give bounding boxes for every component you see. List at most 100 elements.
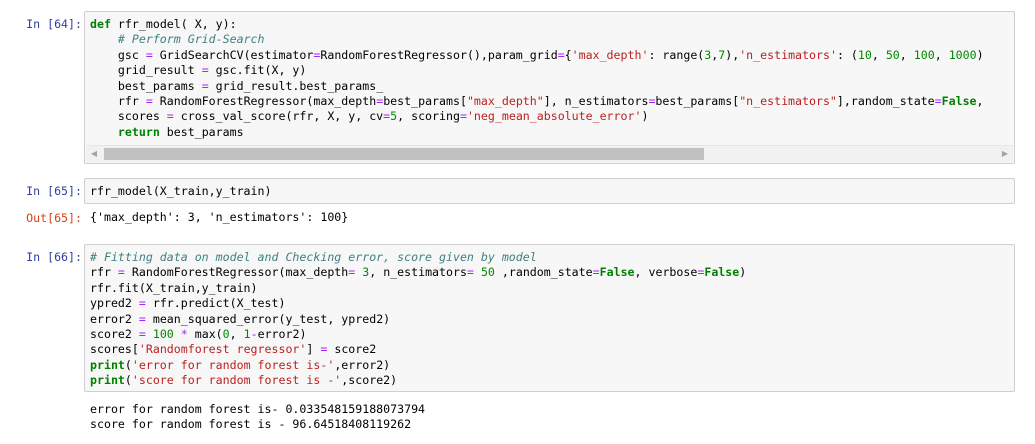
code-token: print [90, 373, 125, 388]
code-line: gsc = GridSearchCV(estimator=RandomFores… [90, 48, 1014, 63]
code-token: max( [187, 327, 223, 342]
code-token: False [704, 265, 740, 280]
cell-65-output-prompt: Out[65]: [26, 211, 82, 225]
code-editor[interactable]: rfr_model(X_train,y_train) [85, 179, 1014, 199]
code-token: 1 [243, 327, 251, 342]
code-token: { [564, 47, 572, 62]
code-token: scores[ [90, 342, 139, 357]
scrollbar-thumb[interactable] [104, 148, 704, 160]
code-token: ,error2) [334, 357, 391, 372]
code-token: : range( [648, 47, 705, 62]
code-token: = [592, 265, 600, 280]
code-line: print('error for random forest is-',erro… [90, 358, 1014, 373]
code-token: = [145, 94, 153, 109]
cell-66-output-line: score for random forest is - 96.64518408… [90, 417, 412, 431]
code-cell-66[interactable]: # Fitting data on model and Checking err… [84, 244, 1015, 392]
code-token: ,score2) [341, 373, 398, 388]
code-token: False [599, 265, 635, 280]
code-token: ( [124, 373, 132, 388]
code-line: print('score for random forest is -',sco… [90, 373, 1014, 388]
code-line: def rfr_model( X, y): [90, 17, 1014, 32]
code-token: def [90, 17, 111, 31]
code-token: ],random_state [836, 94, 935, 109]
code-token: rfr_model(X_train,y_train) [90, 184, 272, 198]
code-token: mean_squared_error(y_test, ypred2) [145, 311, 391, 326]
code-token: RandomForestRegressor(max_depth [152, 94, 377, 109]
code-token: , [899, 47, 914, 62]
code-token: ) [976, 47, 984, 62]
code-cell-64[interactable]: def rfr_model( X, y): # Perform Grid-Sea… [84, 11, 1015, 164]
code-token: , [229, 327, 244, 342]
code-token: False [941, 94, 977, 109]
code-token: best_params [159, 124, 244, 139]
code-token: - [250, 327, 258, 342]
code-token: grid_result.best_params_ [208, 78, 384, 93]
code-token: = [117, 265, 125, 280]
code-token: scores [90, 109, 167, 124]
code-token: ), [725, 47, 740, 62]
code-token: , n_estimators [369, 265, 467, 280]
code-token: best_params[ [655, 94, 740, 109]
code-token: rfr_model( X, y): [110, 17, 237, 31]
scroll-left-arrow-icon[interactable]: ◀ [86, 146, 102, 162]
code-token: = [557, 47, 565, 62]
code-token: 100 [152, 327, 174, 342]
code-token: , [976, 94, 984, 109]
code-line: scores['Randomforest regressor'] = score… [90, 342, 1014, 357]
code-token: "n_estimators" [739, 94, 837, 109]
code-line: error2 = mean_squared_error(y_test, ypre… [90, 312, 1014, 327]
code-token: 50 [480, 265, 495, 280]
code-token: 'max_depth' [571, 47, 649, 62]
cell-66-prompt: In [66]: [26, 250, 82, 264]
code-cell-65[interactable]: rfr_model(X_train,y_train) [84, 178, 1015, 204]
code-token: , verbose [634, 265, 698, 280]
code-token: , [871, 47, 886, 62]
code-token: = [138, 296, 146, 311]
code-token: = [459, 109, 467, 124]
code-token: ], n_estimators [543, 94, 649, 109]
cell-65-output: {'max_depth': 3, 'n_estimators': 100} [90, 210, 349, 224]
code-token: ) [641, 109, 649, 124]
code-line: return best_params [90, 125, 1014, 140]
code-token: = [466, 265, 474, 280]
code-line: # Perform Grid-Search [90, 32, 1014, 47]
code-editor[interactable]: # Fitting data on model and Checking err… [85, 245, 1014, 389]
code-token: gsc [90, 47, 146, 62]
code-token: 'score for random forest is -' [131, 373, 342, 388]
code-token: error2 [90, 311, 139, 326]
code-token: 100 [913, 47, 935, 62]
code-token: # Fitting data on model and Checking err… [90, 250, 537, 264]
code-editor[interactable]: def rfr_model( X, y): # Perform Grid-Sea… [85, 12, 1014, 140]
code-line: rfr = RandomForestRegressor(max_depth=be… [90, 94, 1014, 109]
code-token: return [117, 124, 160, 139]
code-token: rfr [90, 94, 146, 109]
code-token: ] [306, 342, 321, 357]
code-token: = [201, 78, 209, 93]
code-line: score2 = 100 * max(0, 1-error2) [90, 327, 1014, 342]
code-token: score2 [327, 342, 377, 357]
code-token: rfr.predict(X_test) [145, 296, 286, 311]
code-token: 1000 [948, 47, 977, 62]
code-token: 'n_estimators' [739, 47, 837, 62]
code-token: cross_val_score(rfr, X, y, cv [173, 109, 384, 124]
code-line: rfr.fit(X_train,y_train) [90, 281, 1014, 296]
code-token: = [138, 311, 146, 326]
code-token: ypred2 [90, 296, 139, 311]
code-token: , [934, 47, 949, 62]
cell-64-prompt: In [64]: [26, 17, 82, 31]
code-token: = [166, 109, 174, 124]
code-token: GridSearchCV(estimator [152, 47, 314, 62]
cell-65-prompt: In [65]: [26, 184, 82, 198]
code-token: print [90, 357, 125, 372]
code-token: ( [124, 357, 132, 372]
horizontal-scrollbar[interactable]: ◀ ▶ [86, 145, 1013, 162]
code-token: = [145, 47, 153, 62]
code-line: rfr_model(X_train,y_train) [90, 184, 1014, 199]
scroll-right-arrow-icon[interactable]: ▶ [997, 146, 1013, 162]
code-token: 'error for random forest is-' [131, 357, 335, 372]
code-line: rfr = RandomForestRegressor(max_depth= 3… [90, 265, 1014, 280]
code-token: score2 [90, 327, 139, 342]
